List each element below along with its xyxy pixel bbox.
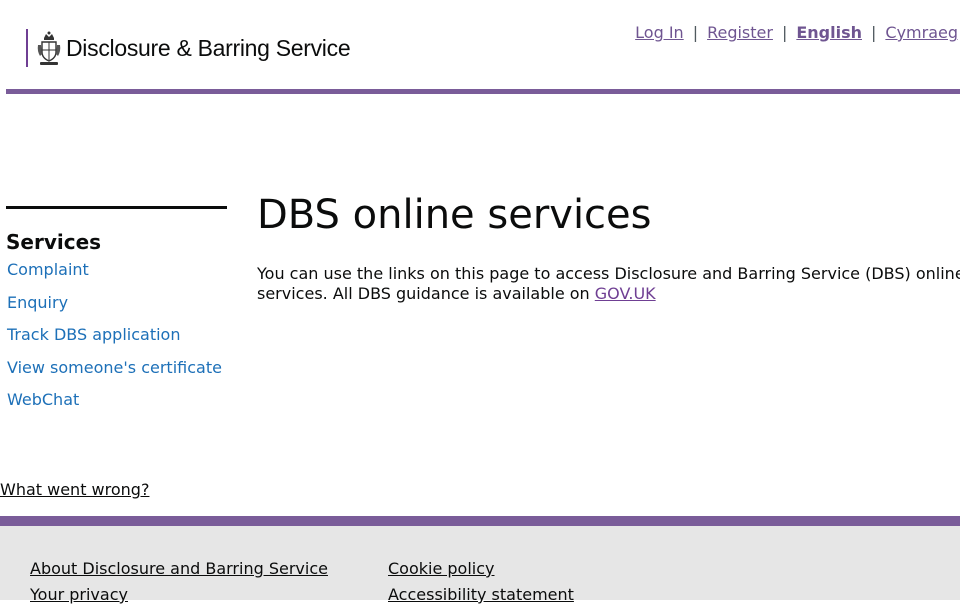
header-nav: Log In | Register | English | Cymraeg [635,23,958,42]
sidebar-item-track-application: Track DBS application [6,325,227,358]
what-went-wrong-link[interactable]: What went wrong? [0,480,149,499]
webchat-link[interactable]: WebChat [7,390,79,409]
about-dbs-link[interactable]: About Disclosure and Barring Service [30,556,328,582]
brand-name: Disclosure & Barring Service [66,34,351,61]
sidebar-item-complaint: Complaint [6,260,227,293]
footer-rule [0,516,960,526]
accessibility-statement-link[interactable]: Accessibility statement [388,582,574,608]
enquiry-link[interactable]: Enquiry [7,293,68,312]
services-sidebar: Services Complaint Enquiry Track DBS app… [6,206,227,423]
footer-column-1: About Disclosure and Barring Service You… [30,556,328,608]
royal-crest-icon [37,31,61,65]
footer-column-2: Cookie policy Accessibility statement [388,556,574,608]
nav-separator: | [692,23,699,42]
main-content: DBS online services You can use the link… [257,190,960,303]
site-footer: About Disclosure and Barring Service You… [0,516,960,604]
sidebar-item-enquiry: Enquiry [6,293,227,326]
header-rule [6,89,960,94]
dbs-logo[interactable]: Disclosure & Barring Service [26,29,351,67]
intro-paragraph: You can use the links on this page to ac… [257,264,960,303]
services-list: Complaint Enquiry Track DBS application … [6,260,227,423]
track-dbs-application-link[interactable]: Track DBS application [7,325,180,344]
sidebar-item-view-certificate: View someone's certificate [6,358,227,391]
page-title: DBS online services [257,192,652,238]
site-header: Disclosure & Barring Service Log In | Regi… [0,0,960,90]
complaint-link[interactable]: Complaint [7,260,89,279]
nav-separator: | [871,23,877,42]
privacy-link[interactable]: Your privacy [30,582,328,608]
gov-uk-link[interactable]: GOV.UK [595,284,656,303]
cookie-policy-link[interactable]: Cookie policy [388,556,574,582]
sidebar-heading: Services [6,230,102,254]
logo-divider [26,29,28,67]
cymraeg-language-link[interactable]: Cymraeg [885,23,958,42]
english-language-link[interactable]: English [796,23,862,42]
sidebar-rule [6,206,227,209]
sidebar-item-webchat: WebChat [6,390,227,423]
nav-separator: | [781,23,788,42]
register-link[interactable]: Register [707,23,773,42]
login-link[interactable]: Log In [635,23,684,42]
view-certificate-link[interactable]: View someone's certificate [7,358,222,377]
